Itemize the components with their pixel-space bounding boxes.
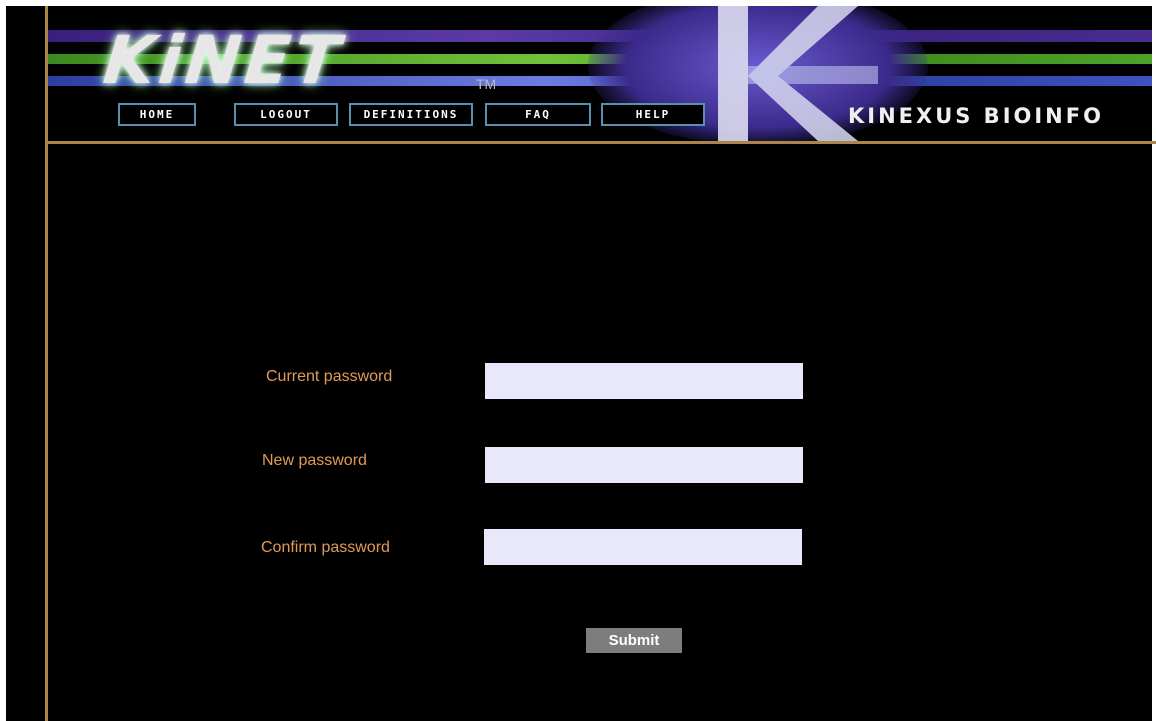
new-password-label: New password bbox=[262, 452, 367, 469]
window-border-right bbox=[1152, 0, 1156, 721]
window-border-left bbox=[0, 0, 6, 721]
kinet-logo: KiNET bbox=[99, 22, 348, 99]
kinexus-bioinfo-brand: KINEXUS BIOINFO bbox=[848, 104, 1104, 128]
nav-help-button[interactable]: HELP bbox=[601, 103, 705, 126]
nav-faq-button[interactable]: FAQ bbox=[485, 103, 591, 126]
submit-button[interactable]: Submit bbox=[586, 628, 682, 653]
trademark-mark: TM bbox=[476, 76, 497, 92]
page: KiNET TM HOME LOGOUT DEFINITIONS FAQ HEL… bbox=[0, 0, 1156, 721]
nav-definitions-button[interactable]: DEFINITIONS bbox=[349, 103, 473, 126]
confirm-password-label: Confirm password bbox=[261, 539, 390, 556]
current-password-field[interactable] bbox=[485, 363, 803, 399]
nav-home-button[interactable]: HOME bbox=[118, 103, 196, 126]
nav-logout-button[interactable]: LOGOUT bbox=[234, 103, 338, 126]
new-password-field[interactable] bbox=[485, 447, 803, 483]
confirm-password-field[interactable] bbox=[484, 529, 802, 565]
current-password-label: Current password bbox=[266, 368, 393, 385]
header-banner: KiNET TM HOME LOGOUT DEFINITIONS FAQ HEL… bbox=[48, 6, 1152, 141]
gold-vertical-divider bbox=[45, 6, 48, 721]
gold-horizontal-divider bbox=[45, 141, 1156, 144]
